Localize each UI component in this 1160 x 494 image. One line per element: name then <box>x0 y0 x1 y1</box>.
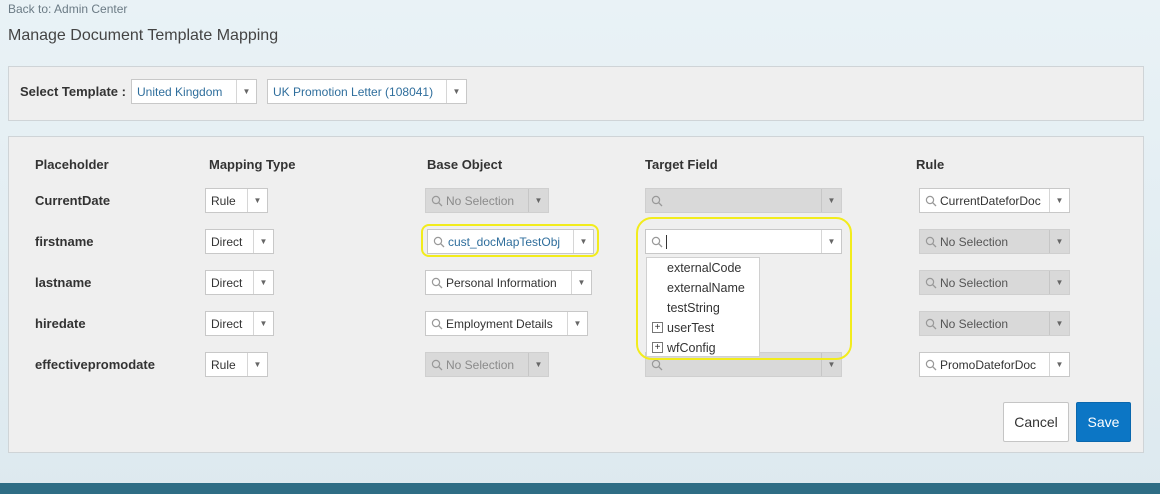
chevron-down-icon: ▼ <box>253 271 273 294</box>
rule-value: No Selection <box>940 234 1009 249</box>
chevron-down-icon: ▼ <box>571 271 591 294</box>
template-select[interactable]: UK Promotion Letter (108041) ▼ <box>267 79 467 104</box>
expand-plus-icon[interactable]: + <box>652 342 663 353</box>
mapping-type-select[interactable]: Rule ▼ <box>205 188 268 213</box>
search-icon <box>431 359 443 370</box>
mapping-type-value: Direct <box>211 234 243 249</box>
target-field-dropdown-list: externalCode externalName testString + u… <box>646 257 760 357</box>
dropdown-option-wfconfig[interactable]: + wfConfig <box>647 338 759 358</box>
target-field-select: ▼ <box>645 188 842 213</box>
column-header-base-object: Base Object <box>427 157 503 172</box>
mapping-type-select[interactable]: Direct ▼ <box>205 311 274 336</box>
placeholder-name: firstname <box>35 234 94 249</box>
rule-select[interactable]: CurrentDateforDoc ▼ <box>919 188 1070 213</box>
search-icon <box>925 195 937 206</box>
base-object-value: No Selection <box>446 357 515 372</box>
template-select-value: UK Promotion Letter (108041) <box>273 84 434 99</box>
placeholder-name: effectivepromodate <box>35 357 155 372</box>
placeholder-name: hiredate <box>35 316 86 331</box>
base-object-value: No Selection <box>446 193 515 208</box>
dropdown-option-label: wfConfig <box>667 341 716 355</box>
dropdown-option-teststring[interactable]: testString <box>647 298 759 318</box>
rule-select[interactable]: PromoDateforDoc ▼ <box>919 352 1070 377</box>
chevron-down-icon: ▼ <box>247 353 267 376</box>
column-header-target-field: Target Field <box>645 157 718 172</box>
search-icon <box>925 277 937 288</box>
placeholder-name: lastname <box>35 275 92 290</box>
column-header-rule: Rule <box>916 157 945 172</box>
chevron-down-icon: ▼ <box>1049 230 1069 253</box>
search-icon <box>925 359 937 370</box>
base-object-select: No Selection ▼ <box>425 188 549 213</box>
chevron-down-icon: ▼ <box>567 312 587 335</box>
chevron-down-icon: ▼ <box>1049 312 1069 335</box>
base-object-select[interactable]: cust_docMapTestObj ▼ <box>427 229 594 254</box>
country-select-value: United Kingdom <box>137 84 223 99</box>
base-object-select[interactable]: Personal Information ▼ <box>425 270 592 295</box>
chevron-down-icon: ▼ <box>253 312 273 335</box>
search-icon <box>651 195 663 206</box>
mapping-type-select[interactable]: Direct ▼ <box>205 270 274 295</box>
base-object-value: cust_docMapTestObj <box>448 234 561 249</box>
chevron-down-icon: ▼ <box>528 353 548 376</box>
cancel-button[interactable]: Cancel <box>1003 402 1069 442</box>
footer-bar <box>0 483 1160 494</box>
search-icon <box>431 277 443 288</box>
column-header-placeholder: Placeholder <box>35 157 109 172</box>
chevron-down-icon: ▼ <box>1049 353 1069 376</box>
rule-value: PromoDateforDoc <box>940 357 1037 372</box>
chevron-down-icon: ▼ <box>236 80 256 103</box>
chevron-down-icon: ▼ <box>821 353 841 376</box>
save-button[interactable]: Save <box>1076 402 1131 442</box>
page-title: Manage Document Template Mapping <box>8 27 279 44</box>
search-icon <box>651 236 663 247</box>
mapping-type-select[interactable]: Rule ▼ <box>205 352 268 377</box>
rule-value: No Selection <box>940 275 1009 290</box>
column-header-mapping-type: Mapping Type <box>209 157 296 172</box>
chevron-down-icon: ▼ <box>1049 271 1069 294</box>
country-select[interactable]: United Kingdom ▼ <box>131 79 257 104</box>
base-object-select: No Selection ▼ <box>425 352 549 377</box>
back-link[interactable]: Back to: Admin Center <box>8 2 127 16</box>
chevron-down-icon: ▼ <box>528 189 548 212</box>
search-icon <box>925 318 937 329</box>
search-icon <box>433 236 445 247</box>
base-object-value: Personal Information <box>446 275 557 290</box>
search-icon <box>925 236 937 247</box>
dropdown-option-label: userTest <box>667 321 715 335</box>
mapping-type-select[interactable]: Direct ▼ <box>205 229 274 254</box>
target-field-search-input[interactable]: ▼ <box>645 229 842 254</box>
select-template-label: Select Template : <box>20 84 126 99</box>
rule-select: No Selection ▼ <box>919 229 1070 254</box>
placeholder-name: CurrentDate <box>35 193 111 208</box>
dropdown-option-externalcode[interactable]: externalCode <box>647 258 759 278</box>
mapping-type-value: Rule <box>211 357 236 372</box>
chevron-down-icon: ▼ <box>821 189 841 212</box>
target-field-value <box>666 234 821 249</box>
chevron-down-icon: ▼ <box>446 80 466 103</box>
mapping-type-value: Rule <box>211 193 236 208</box>
base-object-select[interactable]: Employment Details ▼ <box>425 311 588 336</box>
chevron-down-icon: ▼ <box>247 189 267 212</box>
chevron-down-icon: ▼ <box>1049 189 1069 212</box>
dropdown-option-usertest[interactable]: + userTest <box>647 318 759 338</box>
text-caret <box>666 234 667 249</box>
mapping-type-value: Direct <box>211 316 243 331</box>
expand-plus-icon[interactable]: + <box>652 322 663 333</box>
search-icon <box>431 195 443 206</box>
template-select-panel: Select Template : United Kingdom ▼ UK Pr… <box>8 66 1144 121</box>
chevron-down-icon: ▼ <box>573 230 593 253</box>
dropdown-option-externalname[interactable]: externalName <box>647 278 759 298</box>
rule-value: No Selection <box>940 316 1009 331</box>
search-icon <box>431 318 443 329</box>
mapping-panel: Placeholder Mapping Type Base Object Tar… <box>8 136 1144 453</box>
rule-select: No Selection ▼ <box>919 270 1070 295</box>
rule-value: CurrentDateforDoc <box>940 193 1041 208</box>
rule-select: No Selection ▼ <box>919 311 1070 336</box>
chevron-down-icon: ▼ <box>821 230 841 253</box>
chevron-down-icon: ▼ <box>253 230 273 253</box>
search-icon <box>651 359 663 370</box>
mapping-type-value: Direct <box>211 275 243 290</box>
base-object-value: Employment Details <box>446 316 553 331</box>
